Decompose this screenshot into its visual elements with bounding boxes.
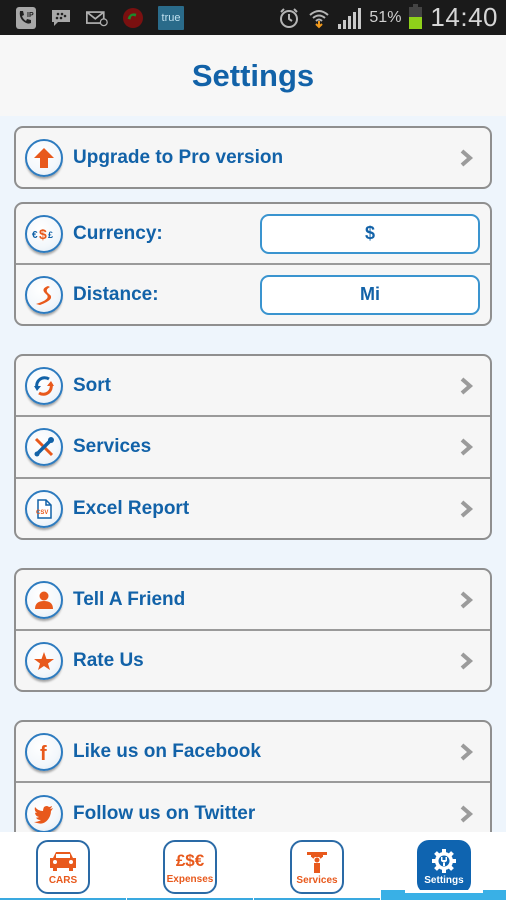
clock: 14:40 — [430, 2, 498, 32]
facebook-icon: f — [25, 732, 63, 771]
twitter-icon — [25, 794, 63, 832]
currency-label: Currency: — [73, 222, 163, 244]
facebook-label: Like us on Facebook — [73, 740, 261, 762]
distance-select[interactable]: Mi — [260, 274, 480, 315]
page-header: Settings — [0, 35, 506, 116]
missed-call-icon — [122, 7, 144, 29]
tab-services[interactable]: Services — [254, 832, 380, 900]
tab-settings-label: Settings — [424, 874, 464, 886]
active-tab-indicator — [381, 890, 506, 900]
chevron-right-icon — [460, 438, 474, 456]
sort-refresh-icon — [25, 366, 63, 405]
chevron-right-icon — [460, 148, 474, 167]
tab-services-label: Services — [296, 874, 338, 886]
csv-file-icon: CSV — [25, 489, 63, 528]
tell-friend-label: Tell A Friend — [73, 588, 186, 610]
services-row[interactable]: Services — [16, 417, 490, 479]
chevron-right-icon — [460, 590, 474, 609]
upgrade-pro-label: Upgrade to Pro version — [73, 146, 284, 168]
page-title: Settings — [191, 57, 315, 93]
currency-select[interactable]: $ — [260, 213, 480, 254]
services-label: Services — [73, 436, 152, 457]
follow-group: f Like us on Facebook Follow us on Twitt… — [14, 720, 492, 832]
tools-group: Sort Services CSV Excel Report — [14, 354, 492, 540]
person-icon — [25, 580, 63, 619]
svg-text:f: f — [40, 743, 47, 764]
units-group: € $ £ Currency: $ Distance: Mi — [14, 202, 492, 326]
tab-cars-label: CARS — [48, 874, 78, 886]
svg-text:$: $ — [39, 226, 47, 242]
twitter-row[interactable]: Follow us on Twitter — [16, 783, 490, 832]
chevron-right-icon — [460, 376, 474, 395]
facebook-row[interactable]: f Like us on Facebook — [16, 722, 490, 783]
sort-row[interactable]: Sort — [16, 356, 490, 417]
chevron-right-icon — [460, 804, 474, 823]
alarm-icon — [278, 7, 300, 29]
rate-us-label: Rate Us — [73, 649, 144, 671]
gear-wrench-icon — [432, 848, 456, 873]
battery-icon — [409, 3, 423, 29]
chevron-right-icon — [460, 499, 474, 518]
distance-row: Distance: Mi — [16, 265, 490, 324]
twitter-label: Follow us on Twitter — [73, 802, 256, 824]
tab-settings[interactable]: Settings — [381, 832, 506, 900]
distance-label: Distance: — [73, 283, 159, 305]
chevron-right-icon — [460, 651, 474, 670]
currency-symbols-icon: £$€ — [175, 850, 205, 870]
tell-friend-row[interactable]: Tell A Friend — [16, 570, 490, 631]
car-icon — [50, 851, 76, 871]
excel-report-row[interactable]: CSV Excel Report — [16, 479, 490, 538]
excel-report-label: Excel Report — [73, 497, 190, 519]
signal-icon — [338, 7, 362, 29]
wifi-icon — [308, 7, 330, 29]
email-icon — [86, 7, 108, 29]
tab-expenses-label: Expenses — [166, 873, 214, 885]
currency-row: € $ £ Currency: $ — [16, 204, 490, 265]
status-bar: IP true 51% 14:40 — [0, 0, 506, 35]
tools-icon — [25, 428, 63, 466]
social-group: Tell A Friend Rate Us — [14, 568, 492, 692]
tab-cars[interactable]: CARS — [0, 832, 126, 900]
chevron-right-icon — [460, 742, 474, 761]
bottom-tab-bar: CARS £$€ Expenses Services Settings — [0, 832, 506, 900]
svg-text:£: £ — [48, 230, 53, 240]
road-icon — [25, 275, 63, 314]
tab-expenses[interactable]: £$€ Expenses — [127, 832, 253, 900]
mechanic-wrench-icon — [307, 851, 327, 873]
svg-text:IP: IP — [27, 12, 34, 19]
phone-ip-icon: IP — [16, 6, 36, 29]
settings-list[interactable]: Upgrade to Pro version € $ £ Currency: $ D… — [0, 116, 506, 832]
sort-label: Sort — [73, 374, 111, 396]
svg-text:CSV: CSV — [36, 510, 48, 516]
rate-us-row[interactable]: Rate Us — [16, 631, 490, 690]
svg-text:€: € — [32, 230, 38, 241]
upgrade-arrow-icon — [25, 138, 63, 177]
bbm-chat-icon — [50, 7, 72, 29]
true-app-icon: true — [158, 5, 184, 30]
stars-icon — [25, 641, 63, 680]
upgrade-pro-row[interactable]: Upgrade to Pro version — [16, 128, 490, 187]
currency-icon: € $ £ — [25, 214, 63, 253]
upgrade-group: Upgrade to Pro version — [14, 126, 492, 189]
battery-percent: 51% — [369, 8, 402, 26]
